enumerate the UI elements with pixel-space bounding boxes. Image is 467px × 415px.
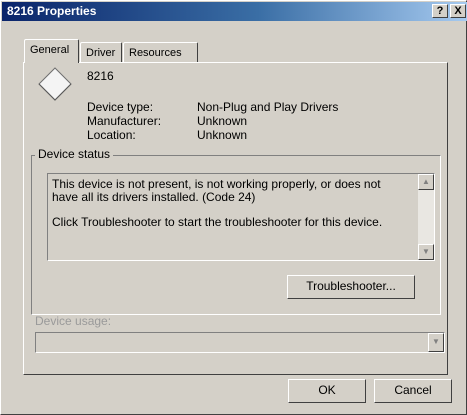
scroll-up-arrow-icon[interactable]: ▲ [418,174,434,190]
device-usage-label: Device usage: [35,314,112,328]
device-name: 8216 [87,69,114,83]
device-status-group-label: Device status [35,148,114,161]
device-status-text: This device is not present, is not worki… [52,178,412,229]
device-status-textbox[interactable]: This device is not present, is not worki… [47,173,435,261]
scroll-down-arrow-icon[interactable]: ▼ [418,244,434,260]
device-usage-select[interactable]: ▼ [35,332,445,353]
close-button[interactable]: X [450,4,466,18]
device-type-value: Non-Plug and Play Drivers [197,100,339,114]
ok-button[interactable]: OK [288,379,366,403]
help-button[interactable]: ? [432,4,448,18]
chevron-down-icon[interactable]: ▼ [428,333,444,352]
tab-driver[interactable]: Driver [80,42,122,62]
cancel-button[interactable]: Cancel [374,379,452,403]
tab-resources-label: Resources [129,47,182,59]
device-diamond-icon [38,67,72,101]
status-line-3: Click Troubleshooter to start the troubl… [52,215,383,229]
tab-general[interactable]: General [24,39,79,63]
manufacturer-value: Unknown [197,114,248,128]
location-value: Unknown [197,128,248,142]
location-label: Location: [87,128,136,142]
device-type-label: Device type: [87,100,154,114]
title-bar[interactable]: 8216 Properties ? X [2,2,467,21]
troubleshooter-button[interactable]: Troubleshooter... [287,275,415,299]
tab-driver-label: Driver [86,47,116,59]
properties-window: 8216 Properties ? X General Driver Resou… [0,0,467,415]
manufacturer-label: Manufacturer: [87,114,162,128]
window-title: 8216 Properties [7,4,97,18]
status-line-2: have all its drivers installed. (Code 24… [52,190,256,204]
tab-resources[interactable]: Resources [123,42,198,62]
status-scrollbar[interactable]: ▲ ▼ [418,174,434,260]
tab-general-label: General [30,44,70,56]
